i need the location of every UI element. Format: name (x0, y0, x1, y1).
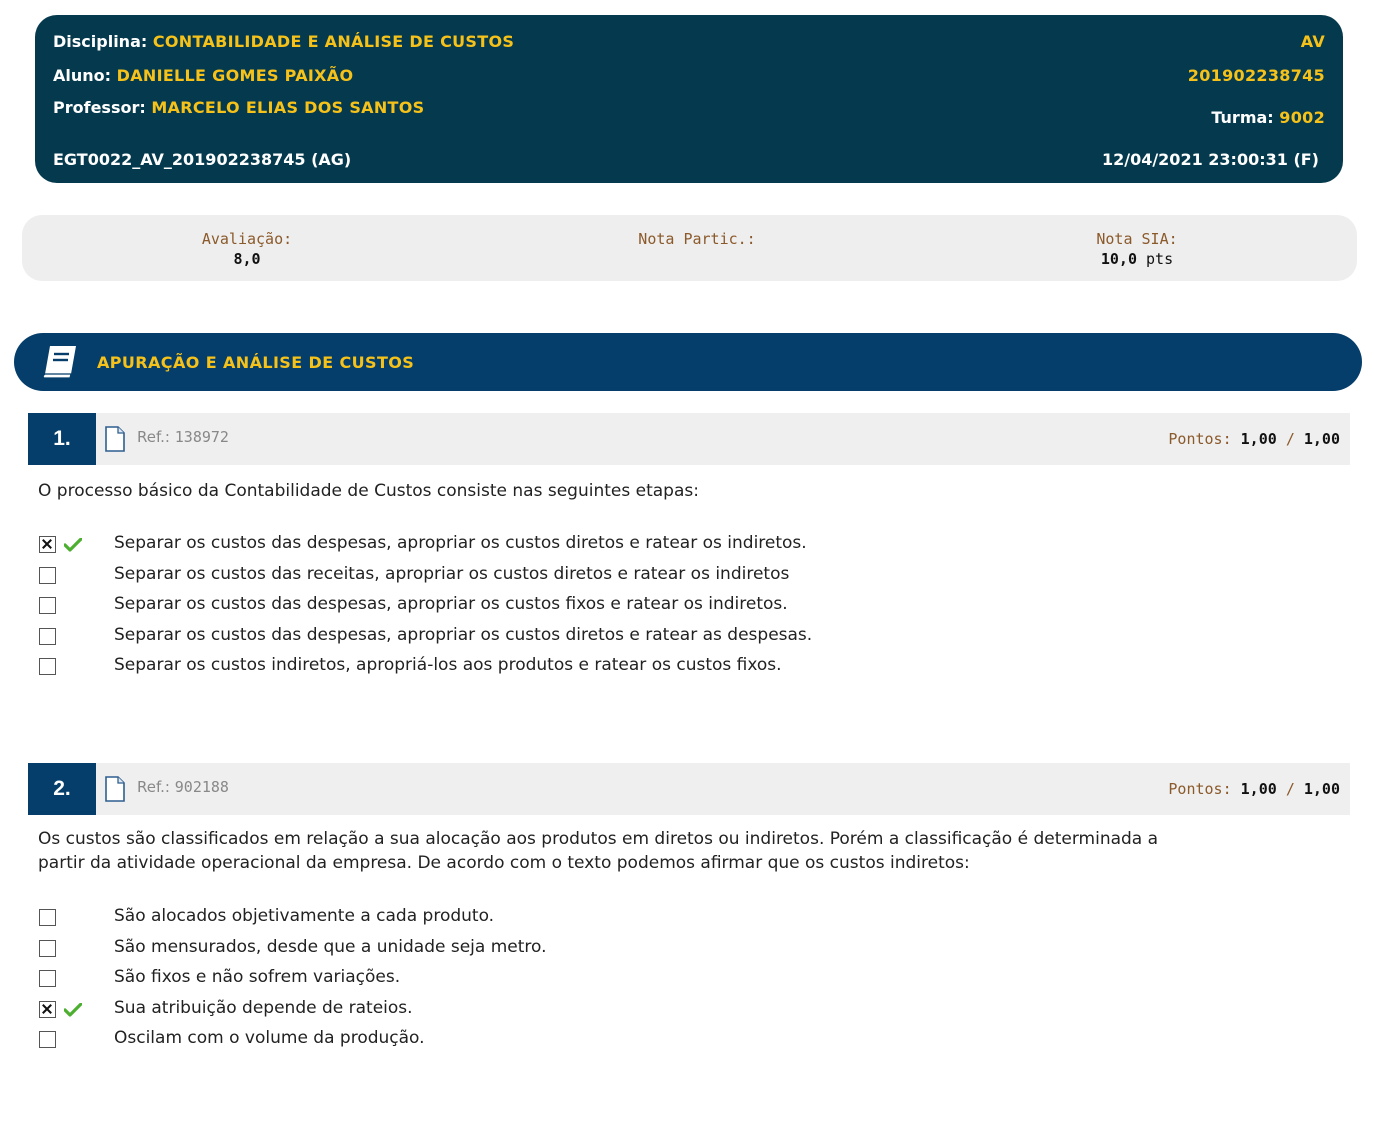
question-2-option-1[interactable]: São alocados objetivamente a cada produt… (38, 906, 1338, 934)
option-checkbox[interactable] (39, 940, 56, 957)
exam-header: Disciplina: CONTABILIDADE E ANÁLISE DE C… (35, 15, 1343, 183)
section-header: APURAÇÃO E ANÁLISE DE CUSTOS (14, 333, 1362, 391)
option-text: Sua atribuição depende de rateios. (114, 998, 413, 1018)
grade-avaliacao: Avaliação: 8,0 (182, 230, 312, 268)
question-1-text: O processo básico da Contabilidade de Cu… (38, 481, 699, 501)
question-1-option-2[interactable]: Separar os custos das receitas, apropria… (38, 564, 1338, 592)
option-text: Separar os custos das despesas, apropria… (114, 625, 813, 645)
option-checkbox[interactable] (39, 536, 56, 553)
professor-row: Professor: MARCELO ELIAS DOS SANTOS (53, 98, 425, 117)
option-checkbox[interactable] (39, 1001, 56, 1018)
question-1-number: 1. (28, 413, 96, 465)
aluno-value: DANIELLE GOMES PAIXÃO (116, 66, 354, 85)
nota-sia-value-row: 10,0 pts (1077, 250, 1197, 268)
option-text: São fixos e não sofrem variações. (114, 967, 401, 987)
document-icon (105, 426, 125, 452)
nota-sia-value: 10,0 (1100, 250, 1137, 268)
points-label: Pontos: (1168, 430, 1232, 448)
question-2-ref: Ref.: 902188 (137, 778, 229, 796)
points-value: 1,00 (1240, 430, 1277, 448)
option-checkbox[interactable] (39, 567, 56, 584)
option-text: Separar os custos das despesas, apropria… (114, 533, 807, 553)
option-checkbox[interactable] (39, 628, 56, 645)
nota-sia-unit: pts (1146, 250, 1174, 268)
question-2-option-3[interactable]: São fixos e não sofrem variações. (38, 967, 1338, 995)
ref-number: 902188 (174, 778, 229, 796)
turma-value: 9002 (1279, 108, 1325, 127)
disciplina-label: Disciplina: (53, 32, 148, 51)
question-1-option-5[interactable]: Separar os custos indiretos, apropriá-lo… (38, 655, 1338, 683)
correct-check-icon (64, 538, 82, 552)
question-2-text-line-2: partir da atividade operacional da empre… (38, 853, 970, 873)
points-value: 1,00 (1240, 780, 1277, 798)
option-text: São alocados objetivamente a cada produt… (114, 906, 495, 926)
question-2-text: Os custos são classificados em relação a… (38, 827, 1328, 875)
nota-partic-label: Nota Partic.: (638, 230, 756, 248)
ref-number: 138972 (174, 428, 229, 446)
aluno-row: Aluno: DANIELLE GOMES PAIXÃO (53, 66, 353, 85)
option-text: Oscilam com o volume da produção. (114, 1028, 425, 1048)
ref-label: Ref.: (137, 428, 170, 446)
exam-datetime: 12/04/2021 23:00:31 (F) (1101, 150, 1319, 169)
points-label: Pontos: (1168, 780, 1232, 798)
exam-type: AV (1300, 32, 1325, 51)
professor-label: Professor: (53, 98, 146, 117)
question-1-option-4[interactable]: Separar os custos das despesas, apropria… (38, 625, 1338, 653)
points-separator: / (1285, 430, 1295, 448)
question-1-ref: Ref.: 138972 (137, 428, 229, 446)
disciplina-value: CONTABILIDADE E ANÁLISE DE CUSTOS (152, 32, 515, 51)
matricula-value: 201902238745 (1187, 66, 1325, 85)
grade-nota-partic: Nota Partic.: (627, 230, 767, 248)
professor-value: MARCELO ELIAS DOS SANTOS (151, 98, 425, 117)
question-1-option-1[interactable]: Separar os custos das despesas, apropria… (38, 533, 1338, 561)
question-1-header: 1. Ref.: 138972 Pontos: 1,00 / 1,00 (28, 413, 1350, 465)
turma-label: Turma: (1211, 108, 1274, 127)
question-1-points: Pontos: 1,00 / 1,00 (1168, 430, 1340, 448)
option-text: São mensurados, desde que a unidade seja… (114, 937, 547, 957)
question-2-points: Pontos: 1,00 / 1,00 (1168, 780, 1340, 798)
option-checkbox[interactable] (39, 597, 56, 614)
question-2-option-4[interactable]: Sua atribuição depende de rateios. (38, 998, 1338, 1026)
document-icon (105, 776, 125, 802)
option-checkbox[interactable] (39, 970, 56, 987)
option-text: Separar os custos indiretos, apropriá-lo… (114, 655, 782, 675)
disciplina-row: Disciplina: CONTABILIDADE E ANÁLISE DE C… (53, 32, 514, 51)
grades-bar: Avaliação: 8,0 Nota Partic.: Nota SIA: 1… (22, 215, 1357, 281)
question-2-header: 2. Ref.: 902188 Pontos: 1,00 / 1,00 (28, 763, 1350, 815)
avaliacao-label: Avaliação: (201, 230, 293, 248)
points-separator: / (1285, 780, 1295, 798)
nota-sia-label: Nota SIA: (1096, 230, 1178, 248)
option-text: Separar os custos das receitas, apropria… (114, 564, 790, 584)
grade-nota-sia: Nota SIA: 10,0 pts (1077, 230, 1197, 268)
avaliacao-value: 8,0 (233, 250, 261, 268)
book-icon (42, 346, 76, 379)
ref-label: Ref.: (137, 778, 170, 796)
points-max: 1,00 (1303, 780, 1340, 798)
turma-row: Turma: 9002 (1211, 108, 1325, 127)
question-2-text-line-1: Os custos são classificados em relação a… (38, 829, 1159, 849)
option-checkbox[interactable] (39, 658, 56, 675)
option-checkbox[interactable] (39, 1031, 56, 1048)
exam-code: EGT0022_AV_201902238745 (AG) (53, 150, 352, 169)
option-text: Separar os custos das despesas, apropria… (114, 594, 788, 614)
question-1-option-3[interactable]: Separar os custos das despesas, apropria… (38, 594, 1338, 622)
question-2-option-2[interactable]: São mensurados, desde que a unidade seja… (38, 937, 1338, 965)
correct-check-icon (64, 1003, 82, 1017)
points-max: 1,00 (1303, 430, 1340, 448)
section-title: APURAÇÃO E ANÁLISE DE CUSTOS (97, 353, 415, 372)
question-2-number: 2. (28, 763, 96, 815)
aluno-label: Aluno: (53, 66, 112, 85)
option-checkbox[interactable] (39, 909, 56, 926)
question-2-option-5[interactable]: Oscilam com o volume da produção. (38, 1028, 1338, 1056)
